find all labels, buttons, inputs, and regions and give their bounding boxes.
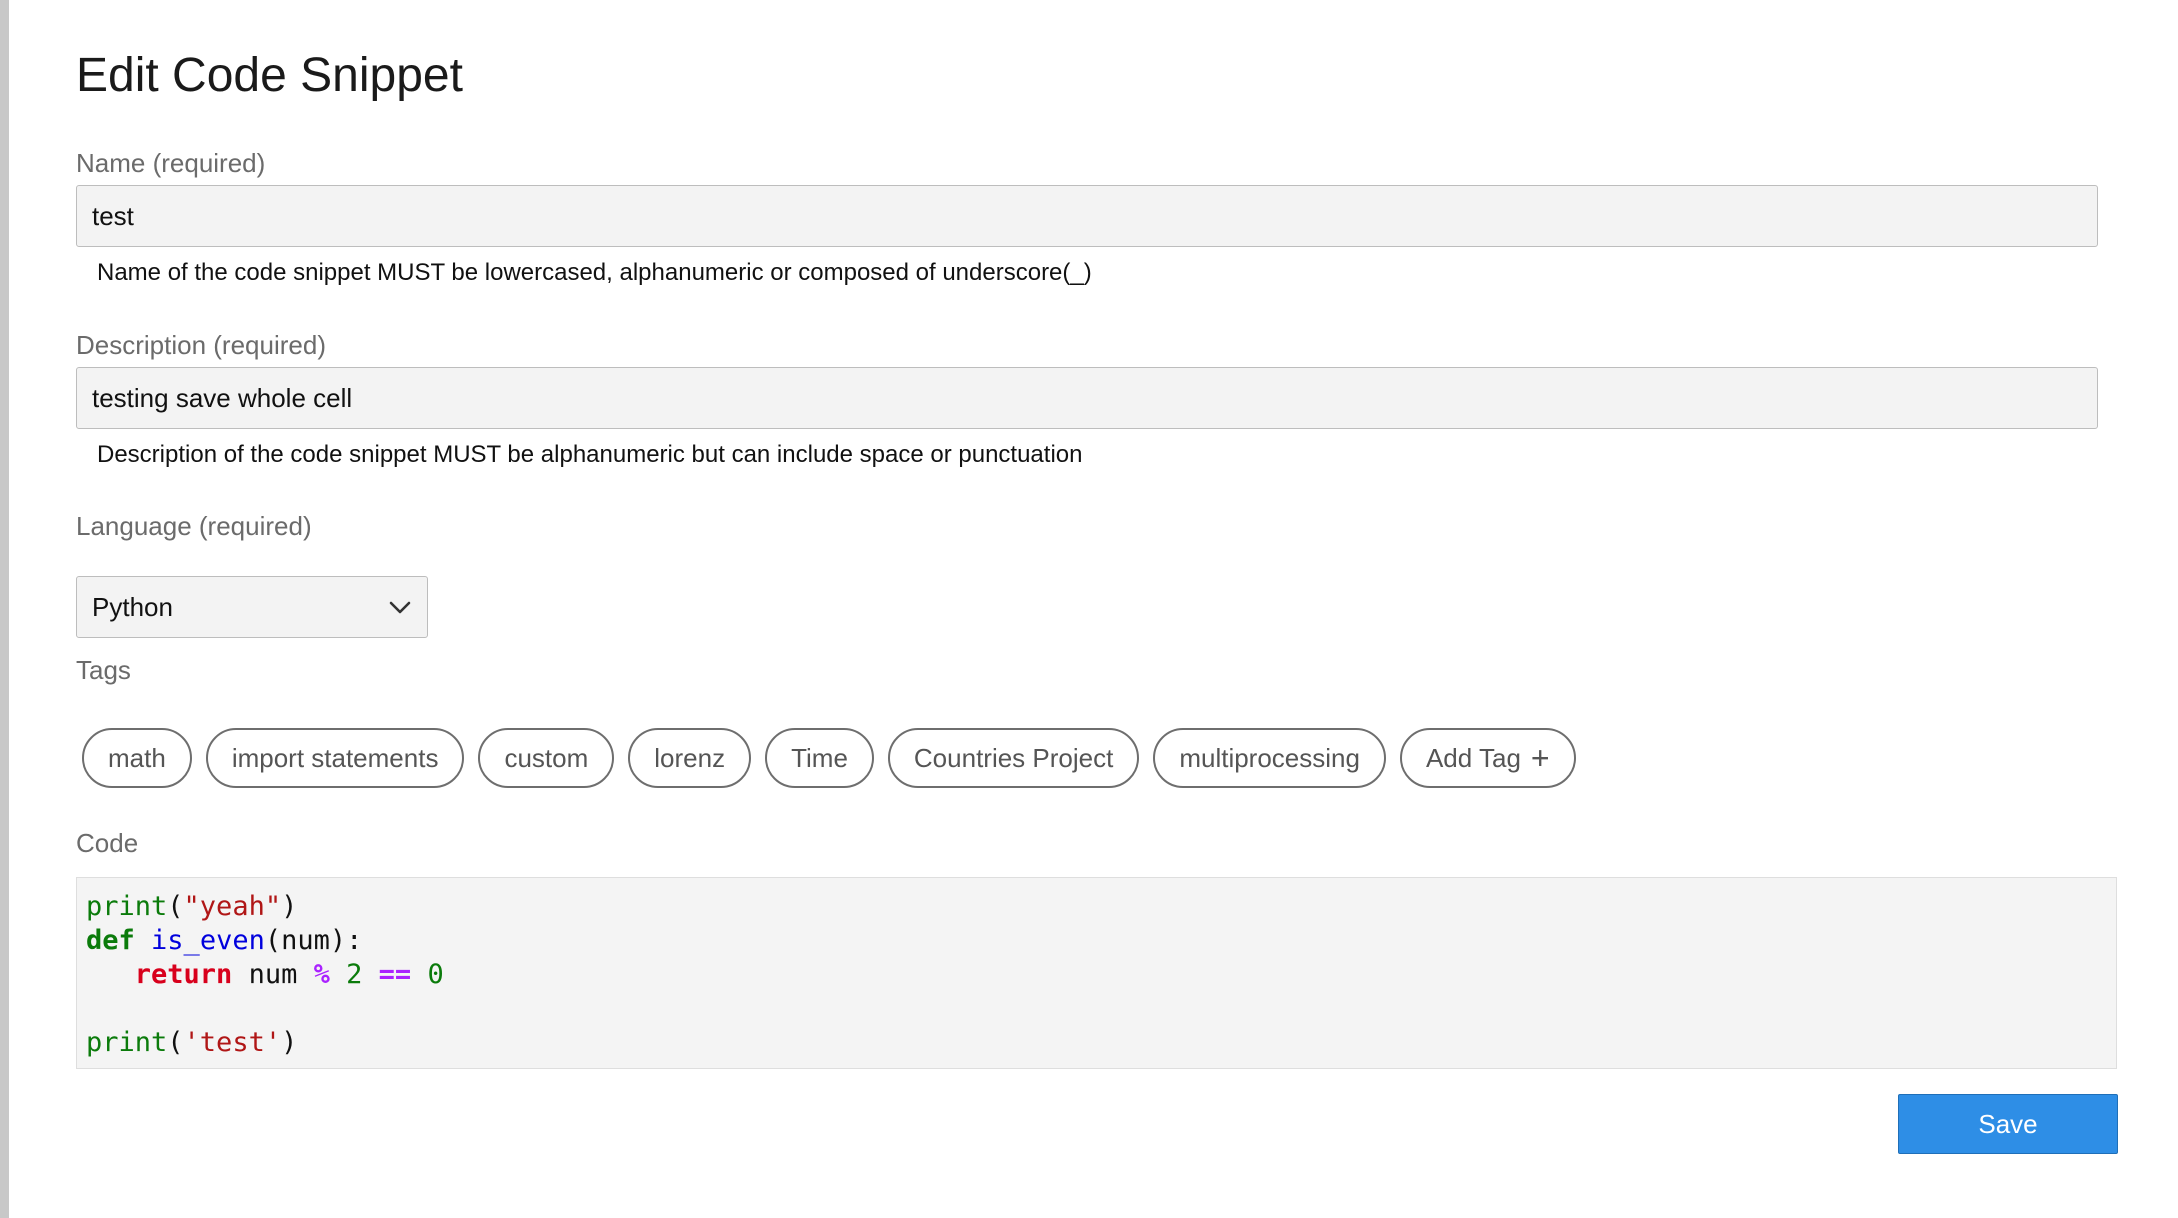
tag-chip[interactable]: multiprocessing xyxy=(1153,728,1386,788)
name-help-text: Name of the code snippet MUST be lowerca… xyxy=(97,259,1092,286)
code-token: ( xyxy=(167,1027,184,1058)
code-token: print xyxy=(86,1027,168,1058)
code-token: ( xyxy=(167,891,184,922)
description-label: Description (required) xyxy=(76,330,326,360)
code-token: num xyxy=(232,959,314,990)
code-token: 0 xyxy=(427,959,444,990)
code-editor[interactable]: print("yeah") def is_even(num): return nu… xyxy=(76,877,2117,1069)
plus-icon: + xyxy=(1530,740,1550,776)
tag-chip[interactable]: Countries Project xyxy=(887,728,1140,788)
code-token: ) xyxy=(281,1027,298,1058)
language-select[interactable]: Python xyxy=(76,576,428,638)
tags-label: Tags xyxy=(76,655,131,685)
code-token: % xyxy=(313,959,330,990)
language-selected-value: Python xyxy=(92,591,173,622)
tag-label: math xyxy=(108,742,166,773)
code-token: "yeah" xyxy=(183,891,282,922)
code-token: return xyxy=(134,959,233,990)
tags-list: math import statements custom lorenz Tim… xyxy=(82,728,1576,788)
code-line: print('test') xyxy=(86,1026,2107,1060)
save-button[interactable]: Save xyxy=(1898,1094,2118,1154)
code-token: ) xyxy=(281,891,298,922)
page-title: Edit Code Snippet xyxy=(76,49,463,102)
add-tag-label: Add Tag xyxy=(1425,742,1521,773)
tag-chip[interactable]: lorenz xyxy=(628,728,752,788)
tag-chip[interactable]: import statements xyxy=(205,728,465,788)
tag-label: Countries Project xyxy=(913,742,1114,773)
name-input[interactable] xyxy=(76,185,2098,247)
code-line: print("yeah") xyxy=(86,890,2107,924)
tag-chip[interactable]: math xyxy=(82,728,192,788)
language-label: Language (required) xyxy=(76,511,312,541)
code-token: print xyxy=(86,891,168,922)
code-token: is_even xyxy=(151,925,265,956)
code-token: (num): xyxy=(264,925,363,956)
tag-label: multiprocessing xyxy=(1179,742,1360,773)
name-label: Name (required) xyxy=(76,148,266,178)
description-help-text: Description of the code snippet MUST be … xyxy=(97,441,1083,468)
add-tag-button[interactable]: Add Tag + xyxy=(1399,728,1576,788)
tag-chip[interactable]: Time xyxy=(765,728,874,788)
left-border xyxy=(0,0,9,1218)
tag-label: Time xyxy=(791,742,848,773)
tag-label: custom xyxy=(504,742,589,773)
code-line: def is_even(num): xyxy=(86,924,2107,958)
code-token: 'test' xyxy=(183,1027,282,1058)
tag-label: lorenz xyxy=(654,742,726,773)
chevron-down-icon xyxy=(388,599,412,615)
code-line: return num % 2 == 0 xyxy=(86,958,2107,992)
code-token: 2 xyxy=(346,959,363,990)
tag-chip[interactable]: custom xyxy=(478,728,615,788)
code-token: def xyxy=(86,925,135,956)
description-input[interactable] xyxy=(76,367,2098,429)
code-token: == xyxy=(378,959,412,990)
code-label: Code xyxy=(76,828,139,858)
tag-label: import statements xyxy=(231,742,439,773)
